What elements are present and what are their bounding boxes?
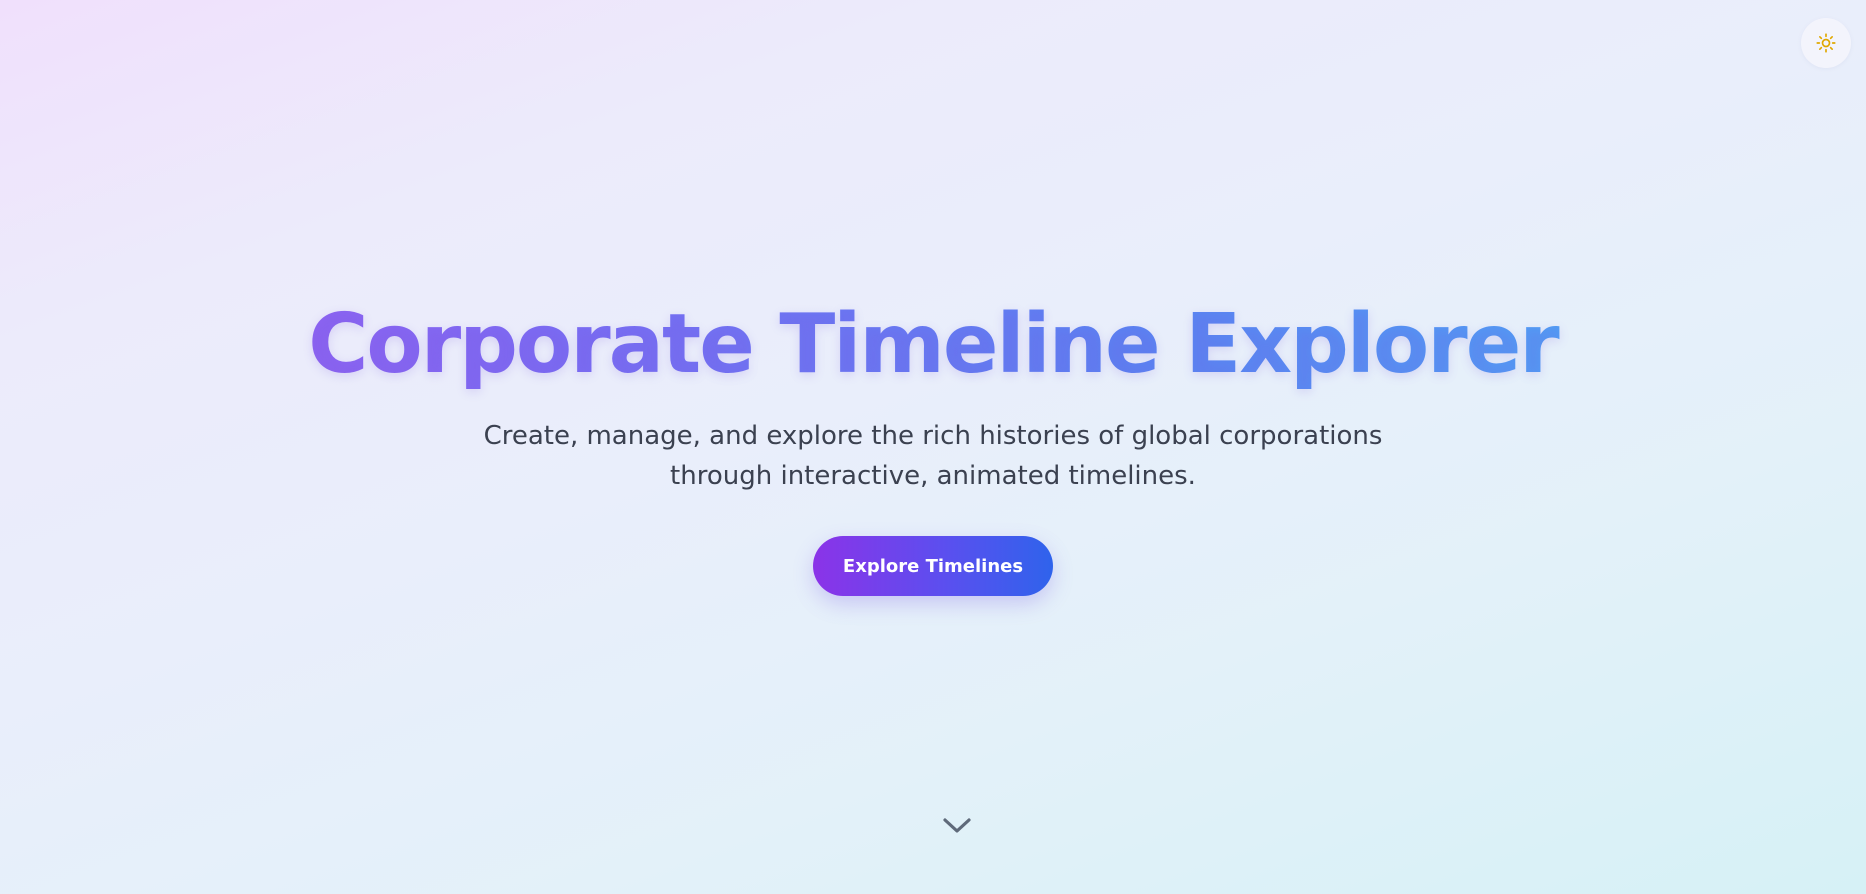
- hero-title: Corporate Timeline Explorer: [0, 290, 1866, 400]
- explore-timelines-button[interactable]: Explore Timelines: [813, 536, 1053, 596]
- hero-subtitle-line-1: Create, manage, and explore the rich his…: [483, 421, 1383, 451]
- chevron-down-icon: [940, 818, 974, 842]
- hero-section: Corporate Timeline Explorer Create, mana…: [0, 290, 1866, 596]
- hero-subtitle: Create, manage, and explore the rich his…: [453, 416, 1413, 496]
- sun-icon: [1816, 33, 1836, 53]
- scroll-down-button[interactable]: [940, 814, 974, 838]
- theme-toggle-button[interactable]: [1801, 18, 1851, 68]
- hero-subtitle-line-2: through interactive, animated timelines.: [670, 461, 1196, 491]
